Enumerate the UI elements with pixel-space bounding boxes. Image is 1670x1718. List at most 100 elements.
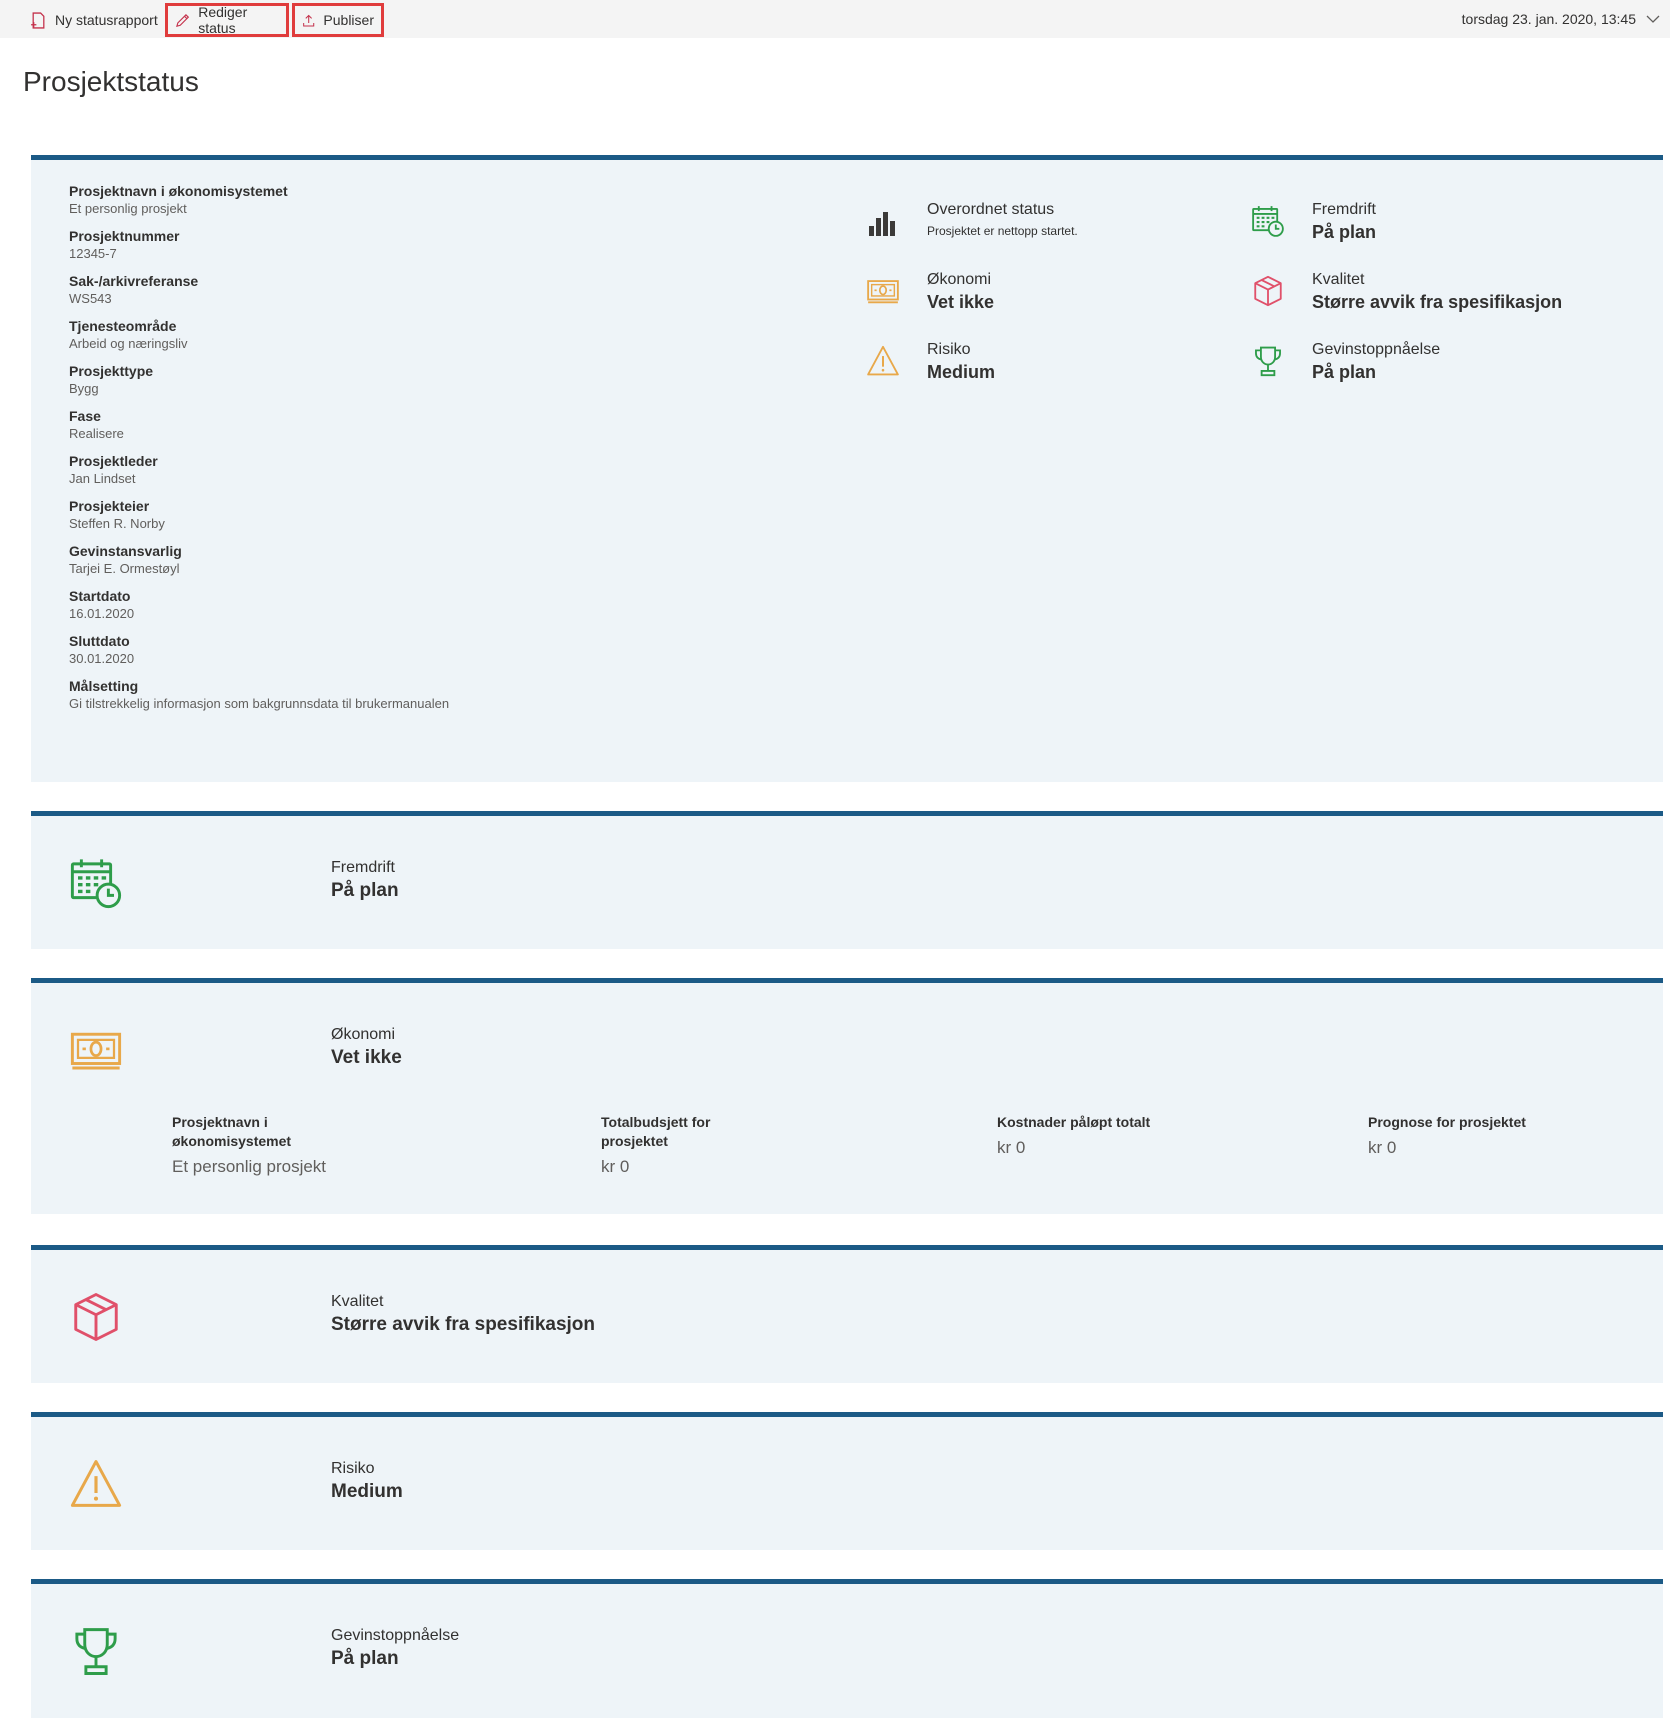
field-label: Prosjekteier: [69, 498, 150, 514]
field-project-manager: Prosjektleder Jan Lindset: [69, 452, 449, 488]
field-value: 12345-7: [69, 246, 117, 261]
section-title: Økonomi: [331, 1026, 396, 1043]
field-label: Sak-/arkivreferanse: [69, 273, 199, 289]
field-economy-project-name: Prosjektnavn i økonomisystemet Et personl…: [69, 182, 449, 218]
bar-chart-icon: [869, 212, 895, 236]
field-value: Jan Lindset: [69, 471, 136, 486]
risk-section: Risiko Medium: [31, 1412, 1663, 1550]
economy-label: Prognose for prosjektet: [1368, 1114, 1526, 1130]
summary-quality: Kvalitet Større avvik fra spesifikasjon: [1248, 270, 1562, 314]
field-value: Steffen R. Norby: [69, 516, 165, 531]
new-status-report-label: Ny statusrapport: [55, 12, 158, 28]
summary-title: Risiko: [927, 341, 971, 358]
section-title: Risiko: [331, 1460, 375, 1477]
command-bar: Ny statusrapport Rediger status Publiser…: [0, 0, 1670, 38]
benefit-section: Gevinstoppnåelse På plan: [31, 1579, 1663, 1718]
summary-economy: Økonomi Vet ikke: [863, 270, 994, 314]
economy-total-budget: Totalbudsjett for prosjektet kr 0: [601, 1113, 761, 1177]
summary-value: Prosjektet er nettopp startet.: [927, 224, 1078, 238]
section-value: Vet ikke: [331, 1047, 402, 1068]
new-document-icon: [31, 11, 45, 29]
field-value: Arbeid og næringsliv: [69, 336, 188, 351]
summary-value: Større avvik fra spesifikasjon: [1312, 292, 1563, 312]
field-value: WS543: [69, 291, 112, 306]
economy-value: kr 0: [601, 1157, 630, 1176]
field-label: Fase: [69, 408, 101, 424]
field-project-number: Prosjektnummer 12345-7: [69, 227, 449, 263]
section-title: Fremdrift: [331, 859, 395, 876]
field-goal: Målsetting Gi tilstrekkelig informasjon s…: [69, 677, 449, 713]
publish-button[interactable]: Publiser: [292, 3, 384, 37]
field-label: Startdato: [69, 588, 131, 604]
summary-overall-status: Overordnet status Prosjektet er nettopp s…: [863, 200, 1078, 244]
section-title: Kvalitet: [331, 1293, 384, 1310]
money-icon: [866, 274, 900, 308]
field-value: Gi tilstrekkelig informasjon som bakgrun…: [69, 696, 450, 711]
economy-value: Et personlig prosjekt: [172, 1157, 327, 1176]
edit-status-label: Rediger status: [198, 4, 248, 36]
project-fields: Prosjektnavn i økonomisystemet Et personl…: [69, 182, 449, 722]
calendar-clock-icon: [69, 856, 123, 910]
section-value: På plan: [331, 880, 399, 901]
economy-label: Totalbudsjett for prosjektet: [601, 1114, 711, 1149]
summary-title: Økonomi: [927, 271, 992, 288]
money-icon: [69, 1023, 123, 1077]
report-date-label: torsdag 23. jan. 2020, 13:45: [1461, 11, 1636, 27]
report-date-selector[interactable]: torsdag 23. jan. 2020, 13:45: [1462, 0, 1660, 38]
economy-project-name: Prosjektnavn i økonomisystemet Et person…: [172, 1113, 332, 1177]
economy-section: Økonomi Vet ikke Prosjektnavn i økonomis…: [31, 978, 1663, 1214]
summary-progress: Fremdrift På plan: [1248, 200, 1376, 244]
economy-value: kr 0: [997, 1138, 1026, 1157]
field-archive-reference: Sak-/arkivreferanse WS543: [69, 272, 449, 308]
box-icon: [69, 1290, 123, 1344]
new-status-report-button[interactable]: Ny statusrapport: [22, 3, 166, 37]
field-value: Et personlig prosjekt: [69, 201, 187, 216]
summary-value: Medium: [927, 362, 996, 382]
field-value: Bygg: [69, 381, 99, 396]
summary-title: Gevinstoppnåelse: [1312, 341, 1441, 358]
field-value: Tarjei E. Ormestøyl: [69, 561, 180, 576]
economy-forecast: Prognose for prosjektet kr 0: [1368, 1113, 1528, 1158]
field-label: Prosjektnummer: [69, 228, 180, 244]
trophy-icon: [1251, 344, 1285, 378]
field-project-type: Prosjekttype Bygg: [69, 362, 449, 398]
publish-label: Publiser: [323, 12, 374, 28]
summary-value: På plan: [1312, 362, 1377, 382]
edit-status-button[interactable]: Rediger status: [165, 3, 289, 37]
field-value: 30.01.2020: [69, 651, 135, 666]
field-end-date: Sluttdato 30.01.2020: [69, 632, 449, 668]
summary-title: Fremdrift: [1312, 201, 1376, 218]
field-label: Prosjektnavn i økonomisystemet: [69, 183, 288, 199]
field-start-date: Startdato 16.01.2020: [69, 587, 449, 623]
section-value: På plan: [331, 1648, 399, 1669]
progress-section: Fremdrift På plan: [31, 811, 1663, 949]
field-benefit-owner: Gevinstansvarlig Tarjei E. Ormestøyl: [69, 542, 449, 578]
economy-costs-incurred: Kostnader påløpt totalt kr 0: [997, 1113, 1157, 1158]
summary-title: Overordnet status: [927, 201, 1055, 218]
quality-section: Kvalitet Større avvik fra spesifikasjon: [31, 1245, 1663, 1383]
warning-icon: [69, 1457, 123, 1511]
warning-icon: [866, 344, 900, 378]
field-value: 16.01.2020: [69, 606, 135, 621]
section-value: Større avvik fra spesifikasjon: [331, 1314, 596, 1335]
field-value: Realisere: [69, 426, 124, 441]
economy-label: Prosjektnavn i økonomisystemet: [172, 1114, 292, 1149]
economy-label: Kostnader påløpt totalt: [997, 1114, 1151, 1130]
summary-value: Vet ikke: [927, 292, 995, 312]
summary-benefit: Gevinstoppnåelse På plan: [1248, 340, 1440, 384]
section-value: Medium: [331, 1481, 403, 1502]
field-label: Sluttdato: [69, 633, 130, 649]
summary-section: Prosjektnavn i økonomisystemet Et personl…: [31, 155, 1663, 782]
economy-value: kr 0: [1368, 1138, 1397, 1157]
box-icon: [1251, 274, 1285, 308]
field-service-area: Tjenesteområde Arbeid og næringsliv: [69, 317, 449, 353]
field-label: Målsetting: [69, 678, 139, 694]
field-phase: Fase Realisere: [69, 407, 449, 443]
summary-title: Kvalitet: [1312, 271, 1365, 288]
field-label: Tjenesteområde: [69, 318, 177, 334]
section-title: Gevinstoppnåelse: [331, 1627, 460, 1644]
field-label: Prosjektleder: [69, 453, 158, 469]
page-title: Prosjektstatus: [23, 66, 199, 97]
field-label: Gevinstansvarlig: [69, 543, 182, 559]
summary-risk: Risiko Medium: [863, 340, 995, 384]
